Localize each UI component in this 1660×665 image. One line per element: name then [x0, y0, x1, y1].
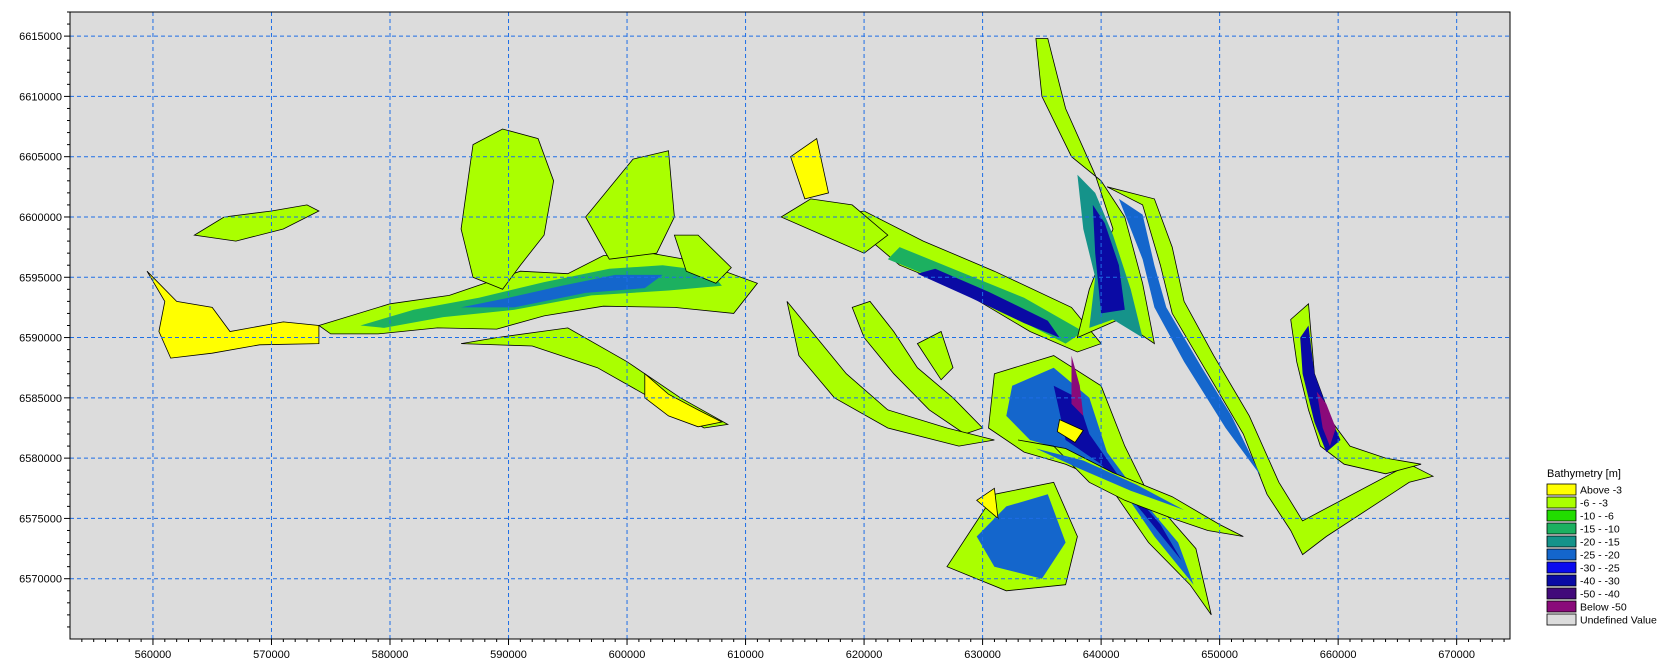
legend-label: -15 - -10	[1580, 524, 1620, 536]
legend-label: -30 - -25	[1580, 563, 1620, 575]
y-tick-label: 6600000	[19, 212, 62, 224]
plot-area	[70, 12, 1510, 639]
legend-label: Above -3	[1580, 485, 1622, 497]
y-tick-label: 6570000	[19, 574, 62, 586]
legend-label: -6 - -3	[1580, 498, 1608, 510]
y-tick-label: 6590000	[19, 333, 62, 345]
legend-label: -40 - -30	[1580, 576, 1620, 588]
legend-label: -25 - -20	[1580, 550, 1620, 562]
y-tick-label: 6605000	[19, 152, 62, 164]
x-tick-label: 660000	[1320, 649, 1357, 660]
legend-label: Undefined Value	[1580, 615, 1657, 627]
x-tick-label: 630000	[964, 649, 1001, 660]
y-tick-label: 6575000	[19, 513, 62, 525]
y-tick-label: 6595000	[19, 272, 62, 284]
x-tick-label: 580000	[372, 649, 409, 660]
legend-label: -10 - -6	[1580, 511, 1614, 523]
x-tick-label: 670000	[1438, 649, 1475, 660]
legend-swatch	[1546, 496, 1577, 509]
bathymetry-chart: 560000 570000 580000 590000 600000 610000 6200…	[0, 0, 1660, 661]
x-tick-label: 610000	[727, 649, 764, 660]
x-tick-label: 560000	[135, 649, 172, 660]
chart-canvas: 560000 570000 580000 590000 600000 610000 6200…	[0, 0, 1660, 661]
legend-swatch	[1546, 535, 1577, 548]
x-tick-label: 620000	[846, 649, 883, 660]
x-tick-label: 650000	[1201, 649, 1238, 660]
y-tick-label: 6580000	[19, 453, 62, 465]
legend-swatch	[1546, 522, 1577, 535]
legend-swatch	[1546, 561, 1577, 574]
y-tick-label: 6615000	[19, 31, 62, 43]
legend-swatch	[1546, 509, 1577, 522]
x-tick-label: 600000	[609, 649, 646, 660]
legend-label: -20 - -15	[1580, 537, 1620, 549]
legend-swatch	[1546, 483, 1577, 496]
legend-label: -50 - -40	[1580, 589, 1620, 601]
x-tick-label: 640000	[1083, 649, 1120, 660]
legend-swatch	[1546, 600, 1577, 613]
x-tick-label: 590000	[490, 649, 527, 660]
y-tick-label: 6610000	[19, 91, 62, 103]
legend-swatch	[1546, 574, 1577, 587]
legend-swatch	[1546, 613, 1577, 626]
x-tick-label: 570000	[253, 649, 290, 660]
y-tick-label: 6585000	[19, 393, 62, 405]
legend-swatch	[1546, 548, 1577, 561]
legend-swatch	[1546, 587, 1577, 600]
legend-title: Bathymetry [m]	[1547, 468, 1621, 480]
legend-label: Below -50	[1580, 602, 1627, 614]
